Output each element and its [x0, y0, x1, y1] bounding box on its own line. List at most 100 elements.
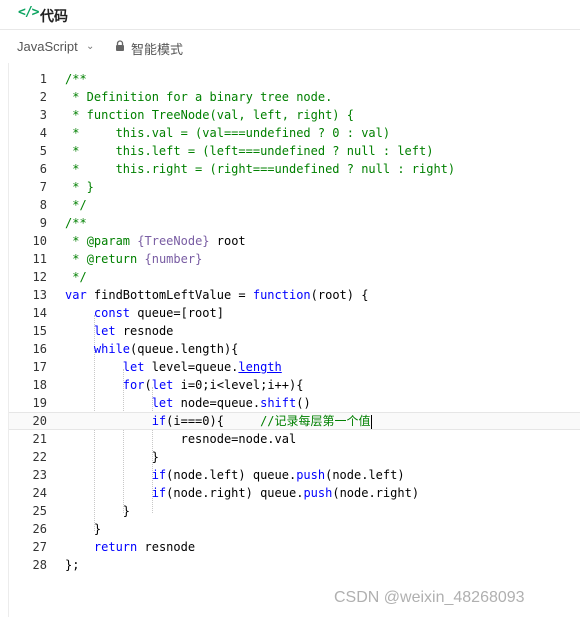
- line-number: 23: [32, 468, 47, 482]
- code-line[interactable]: 1 /**: [9, 70, 580, 88]
- code-token: * this.val = (val===undefined ? 0 : val): [65, 126, 391, 140]
- code-token: }: [65, 450, 159, 464]
- code-token: * function TreeNode(val, left, right) {: [65, 108, 354, 122]
- line-number: 8: [39, 198, 47, 212]
- code-line[interactable]: 16 while(queue.length){: [9, 340, 580, 358]
- code-token: findBottomLeftValue =: [86, 288, 253, 302]
- code-line[interactable]: 7 * }: [9, 178, 580, 196]
- code-token: @param: [86, 234, 131, 248]
- code-token: level=queue.: [144, 360, 239, 374]
- line-number: 10: [32, 234, 47, 248]
- code-text: */: [65, 268, 86, 286]
- code-line[interactable]: 13 var findBottomLeftValue = function(roo…: [9, 286, 580, 304]
- code-text: * this.val = (val===undefined ? 0 : val): [65, 124, 390, 142]
- language-select[interactable]: JavaScript: [17, 39, 78, 54]
- code-line[interactable]: 3 * function TreeNode(val, left, right) …: [9, 106, 580, 124]
- code-token: if: [151, 468, 167, 482]
- code-token: * }: [65, 180, 94, 194]
- code-text: var findBottomLeftValue = function(root)…: [65, 286, 368, 304]
- code-line[interactable]: 15 let resnode: [9, 322, 580, 340]
- code-line[interactable]: 14 const queue=[root]: [9, 304, 580, 322]
- code-line[interactable]: 8 */: [9, 196, 580, 214]
- smart-mode-toggle[interactable]: 智能模式: [131, 39, 183, 58]
- code-line[interactable]: 19 let node=queue.shift(): [9, 394, 580, 412]
- code-text: }: [65, 520, 101, 538]
- line-number: 24: [32, 486, 47, 500]
- code-line[interactable]: 2 * Definition for a binary tree node.: [9, 88, 580, 106]
- panel-title: 代码: [40, 8, 68, 24]
- line-number: 18: [32, 378, 47, 392]
- code-text: * @param {TreeNode} root: [65, 232, 246, 250]
- code-line[interactable]: 25 }: [9, 502, 580, 520]
- code-token: @return: [86, 252, 138, 266]
- code-token: length: [238, 360, 282, 374]
- code-line[interactable]: 10 * @param {TreeNode} root: [9, 232, 580, 250]
- code-token: if: [151, 414, 167, 428]
- code-line[interactable]: 5 * this.left = (left===undefined ? null…: [9, 142, 580, 160]
- code-text: }: [65, 502, 130, 520]
- code-text: }: [65, 448, 159, 466]
- code-token: //记录每层第一个值: [260, 414, 371, 428]
- code-line[interactable]: 27 return resnode: [9, 538, 580, 556]
- code-line[interactable]: 6 * this.right = (right===undefined ? nu…: [9, 160, 580, 178]
- code-token: (node.right) queue.: [166, 486, 304, 500]
- code-text: if(i===0){ //记录每层第一个值: [65, 413, 372, 429]
- code-line[interactable]: 9 /**: [9, 214, 580, 232]
- line-number: 27: [32, 540, 47, 554]
- code-token: * this.right = (right===undefined ? null…: [65, 162, 456, 176]
- code-token: return: [93, 540, 138, 554]
- line-number: 26: [32, 522, 47, 536]
- code-line[interactable]: 26 }: [9, 520, 580, 538]
- code-token: (i===0){: [166, 414, 261, 428]
- code-token: for: [122, 378, 145, 392]
- code-token: var: [65, 288, 87, 302]
- code-token: {TreeNode}: [137, 234, 210, 248]
- code-line[interactable]: 28};: [9, 556, 580, 574]
- code-line[interactable]: 21 resnode=node.val: [9, 430, 580, 448]
- code-token: }: [65, 504, 131, 518]
- code-text: * this.right = (right===undefined ? null…: [65, 160, 455, 178]
- code-token: let: [93, 324, 116, 338]
- code-text: while(queue.length){: [65, 340, 239, 358]
- code-token: *: [65, 252, 87, 266]
- code-line[interactable]: 20 if(i===0){ //记录每层第一个值: [9, 412, 580, 430]
- code-text: for(let i=0;i<level;i++){: [65, 376, 304, 394]
- line-number: 19: [32, 396, 47, 410]
- line-number: 6: [39, 162, 47, 176]
- line-number: 1: [39, 72, 47, 86]
- code-token: root: [209, 234, 246, 248]
- code-token: let: [151, 396, 174, 410]
- code-line[interactable]: 22 }: [9, 448, 580, 466]
- code-text: */: [65, 196, 86, 214]
- code-line[interactable]: 24 if(node.right) queue.push(node.right): [9, 484, 580, 502]
- code-text: const queue=[root]: [65, 304, 224, 322]
- line-number: 28: [32, 558, 47, 572]
- code-token: {number}: [144, 252, 203, 266]
- code-token: (node.right): [332, 486, 420, 500]
- code-token: shift: [260, 396, 297, 410]
- code-editor[interactable]: 1 /** 2 * Definition for a binary tree nod…: [8, 63, 580, 617]
- code-text: * @return {number}: [65, 250, 202, 268]
- code-line[interactable]: 12 */: [9, 268, 580, 286]
- code-token: (: [144, 378, 152, 392]
- code-token: resnode: [137, 540, 196, 554]
- code-token: resnode: [115, 324, 174, 338]
- code-token: }: [65, 522, 102, 536]
- code-token: resnode=node.val: [65, 432, 297, 446]
- code-line[interactable]: 23 if(node.left) queue.push(node.left): [9, 466, 580, 484]
- code-token: queue=[root]: [130, 306, 224, 320]
- code-token: /**: [65, 72, 87, 86]
- code-text: * this.left = (left===undefined ? null :…: [65, 142, 433, 160]
- code-token: * Definition for a binary tree node.: [65, 90, 333, 104]
- code-token: i=0;i<level;i++){: [173, 378, 304, 392]
- line-number: 16: [32, 342, 47, 356]
- code-token: const: [93, 306, 131, 320]
- code-line[interactable]: 18 for(let i=0;i<level;i++){: [9, 376, 580, 394]
- code-line[interactable]: 17 let level=queue.length: [9, 358, 580, 376]
- code-line[interactable]: 11 * @return {number}: [9, 250, 580, 268]
- chevron-down-icon[interactable]: ⌄: [86, 41, 94, 52]
- code-line[interactable]: 4 * this.val = (val===undefined ? 0 : va…: [9, 124, 580, 142]
